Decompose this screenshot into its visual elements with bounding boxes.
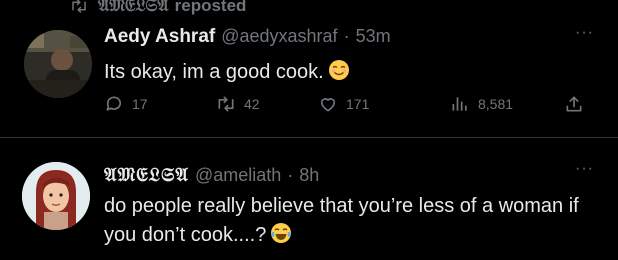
like-count: 171 [346,96,370,112]
tweet-aedy[interactable]: Aedy Ashraf @aedyxashraf · 53m ··· Its o… [0,22,618,132]
reply-button[interactable]: 17 [104,94,216,114]
views-icon [452,97,467,111]
more-icon[interactable]: ··· [575,160,594,178]
tweet-header: 𝔄𝔐𝔈𝔏𝔖𝔄 @ameliath · 8h [104,164,319,186]
avatar[interactable] [22,162,90,230]
separator: · [287,165,294,185]
separator: · [343,26,350,46]
avatar[interactable] [24,30,92,98]
repost-label: reposted [174,0,247,15]
timestamp[interactable]: 8h [299,165,319,186]
timestamp[interactable]: 53m [356,26,391,47]
tweet-text: do people really believe that you’re les… [104,192,584,253]
display-name[interactable]: Aedy Ashraf [104,26,215,48]
relieved-face-icon [328,59,350,90]
reply-icon [106,96,122,111]
repost-count: 42 [244,96,260,112]
repost-banner: 𝔄𝔐𝔈𝔏𝔖𝔄 reposted [70,0,246,16]
tweet-ameliath[interactable]: 𝔄𝔐𝔈𝔏𝔖𝔄 @ameliath · 8h ··· do people real… [0,150,618,260]
like-icon [320,98,336,112]
repost-actor[interactable]: 𝔄𝔐𝔈𝔏𝔖𝔄 [98,0,169,16]
tweet-text: Its okay, im a good cook. [104,58,350,90]
tweet-divider [0,137,618,138]
tears-of-joy-face-icon [270,222,292,253]
handle[interactable]: @aedyxashraf [221,26,337,47]
tweet-header: Aedy Ashraf @aedyxashraf · 53m [104,26,391,48]
repost-icon [218,96,234,112]
like-button[interactable]: 171 [318,94,450,114]
action-bar: 17 42 171 8,581 [104,94,594,114]
display-name[interactable]: 𝔄𝔐𝔈𝔏𝔖𝔄 [104,164,189,186]
views-count: 8,581 [478,96,514,112]
reply-count: 17 [132,96,148,112]
share-button[interactable] [564,94,584,114]
views-button[interactable]: 8,581 [450,94,564,114]
more-icon[interactable]: ··· [575,24,594,42]
handle[interactable]: @ameliath [195,165,281,186]
repost-icon [72,0,86,13]
repost-button[interactable]: 42 [216,94,318,114]
tweet-body: do people really believe that you’re les… [104,195,579,246]
tweet-body: Its okay, im a good cook. [104,61,324,83]
share-icon [566,96,582,112]
